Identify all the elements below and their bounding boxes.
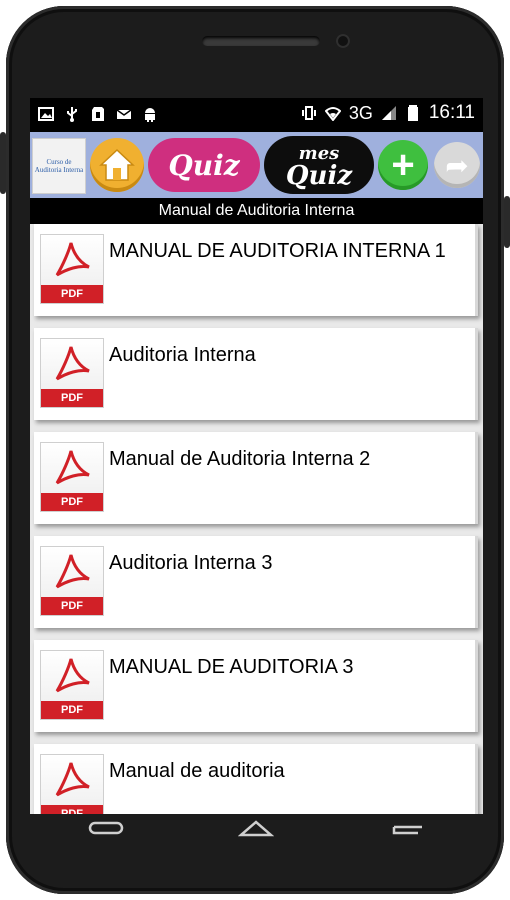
document-list: PDF MANUAL DE AUDITORIA INTERNA 1 PDF Au…	[30, 224, 483, 814]
home-icon	[99, 148, 135, 181]
signal-icon	[381, 106, 396, 120]
sd-card-icon	[92, 107, 104, 121]
pdf-icon: PDF	[40, 338, 104, 408]
network-type: 3G	[348, 102, 373, 123]
volume-button	[0, 132, 6, 194]
pdf-badge: PDF	[41, 805, 103, 814]
mes-quiz-label: Quiz	[285, 161, 353, 191]
home-nav-icon	[238, 820, 274, 837]
voicemail-icon	[116, 109, 132, 119]
home-button[interactable]	[90, 138, 144, 192]
list-item[interactable]: PDF Auditoria Interna	[34, 328, 478, 420]
document-title: MANUAL DE AUDITORIA 3	[109, 656, 354, 678]
document-title: Auditoria Interna	[109, 344, 256, 366]
pdf-icon: PDF	[40, 234, 104, 304]
document-title: Manual de auditoria	[109, 760, 285, 782]
battery-icon	[407, 105, 418, 121]
front-camera	[336, 34, 350, 48]
pdf-icon: PDF	[40, 754, 104, 814]
pdf-icon: PDF	[40, 442, 104, 512]
android-icon	[145, 108, 155, 122]
vibrate-icon	[301, 106, 316, 120]
pdf-icon: PDF	[40, 546, 104, 616]
mes-quiz-button[interactable]: mes Quiz	[264, 136, 374, 194]
system-navigation-bar	[30, 814, 483, 844]
wifi-icon	[324, 107, 341, 121]
pdf-badge: PDF	[41, 597, 103, 615]
list-item[interactable]: PDF MANUAL DE AUDITORIA INTERNA 1	[34, 224, 478, 316]
pdf-badge: PDF	[41, 493, 103, 511]
quiz-button[interactable]: Quiz	[148, 138, 260, 192]
status-bar: 3G 16:11	[30, 98, 483, 132]
list-item[interactable]: PDF Auditoria Interna 3	[34, 536, 478, 628]
back-button[interactable]	[86, 818, 126, 838]
back-icon	[88, 821, 124, 835]
list-item[interactable]: PDF MANUAL DE AUDITORIA 3	[34, 640, 478, 732]
usb-icon	[67, 107, 77, 122]
document-title: Manual de Auditoria Interna 2	[109, 448, 371, 470]
document-title: Auditoria Interna 3	[109, 552, 273, 574]
earpiece-speaker	[202, 36, 320, 46]
share-button[interactable]: ➦	[434, 142, 480, 188]
list-item[interactable]: PDF Manual de auditoria	[34, 744, 478, 814]
pdf-icon: PDF	[40, 650, 104, 720]
recent-apps-button[interactable]	[388, 818, 428, 838]
app-logo[interactable]: Curso de Auditoria Interna	[32, 138, 86, 194]
list-item[interactable]: PDF Manual de Auditoria Interna 2	[34, 432, 478, 524]
home-nav-button[interactable]	[236, 818, 276, 838]
clock: 16:11	[428, 102, 475, 123]
document-title: MANUAL DE AUDITORIA INTERNA 1	[109, 240, 446, 262]
page-title: Manual de Auditoria Interna	[30, 198, 483, 224]
phone-screen: 3G 16:11 Curso de Auditoria Interna Quiz…	[30, 98, 483, 814]
app-toolbar: Curso de Auditoria Interna Quiz mes Quiz…	[30, 132, 483, 198]
pdf-badge: PDF	[41, 701, 103, 719]
recent-apps-icon	[392, 825, 422, 835]
pdf-badge: PDF	[41, 285, 103, 303]
pdf-badge: PDF	[41, 389, 103, 407]
add-button[interactable]: +	[378, 140, 428, 190]
image-icon	[38, 107, 54, 121]
power-button	[504, 196, 510, 248]
